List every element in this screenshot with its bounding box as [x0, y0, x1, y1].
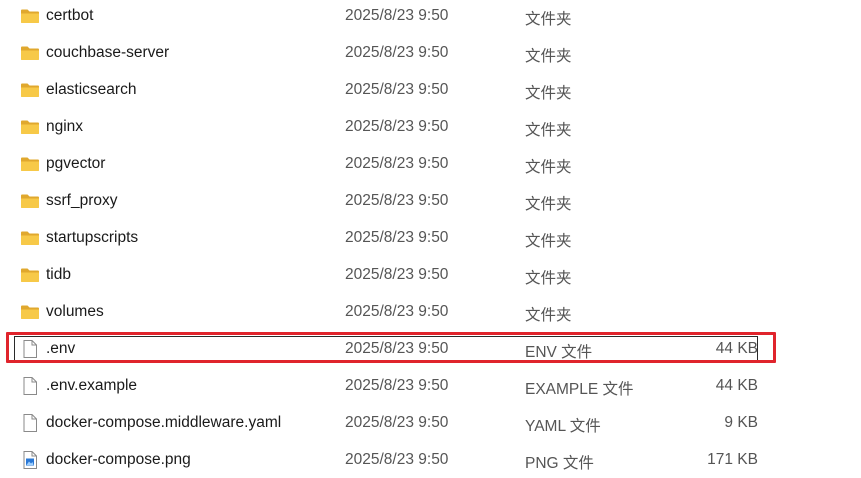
file-name: tidb — [46, 266, 71, 283]
file-type: PNG 文件 — [525, 455, 594, 472]
file-name: ssrf_proxy — [46, 192, 118, 209]
file-type: 文件夹 — [525, 307, 572, 324]
file-icon — [20, 376, 40, 396]
file-date: 2025/8/23 9:50 — [345, 7, 449, 24]
file-type: YAML 文件 — [525, 418, 601, 435]
folder-icon — [20, 154, 40, 174]
file-row[interactable]: docker-compose.middleware.yaml 2025/8/23… — [0, 409, 861, 439]
file-name: couchbase-server — [46, 44, 170, 61]
file-row[interactable]: .env.example 2025/8/23 9:50 EXAMPLE 文件 4… — [0, 372, 861, 402]
file-name: docker-compose.middleware.yaml — [46, 414, 282, 431]
file-size: 9 KB — [724, 414, 758, 431]
file-row[interactable]: nginx 2025/8/23 9:50 文件夹 — [0, 113, 861, 143]
folder-icon — [20, 43, 40, 63]
folder-icon — [20, 191, 40, 211]
file-type: 文件夹 — [525, 233, 572, 250]
file-type: 文件夹 — [525, 11, 572, 28]
file-row[interactable]: tidb 2025/8/23 9:50 文件夹 — [0, 261, 861, 291]
file-date: 2025/8/23 9:50 — [345, 377, 449, 394]
folder-icon — [20, 80, 40, 100]
file-name: certbot — [46, 7, 94, 24]
folder-icon — [20, 228, 40, 248]
file-row[interactable]: elasticsearch 2025/8/23 9:50 文件夹 — [0, 76, 861, 106]
file-date: 2025/8/23 9:50 — [345, 266, 449, 283]
file-date: 2025/8/23 9:50 — [345, 303, 449, 320]
folder-icon — [20, 6, 40, 26]
file-icon — [20, 413, 40, 433]
file-row[interactable]: volumes 2025/8/23 9:50 文件夹 — [0, 298, 861, 328]
file-row[interactable]: docker-compose.png 2025/8/23 9:50 PNG 文件… — [0, 446, 861, 476]
file-name: elasticsearch — [46, 81, 137, 98]
file-date: 2025/8/23 9:50 — [345, 81, 449, 98]
file-size: 44 KB — [715, 377, 758, 394]
red-highlight-box — [6, 332, 776, 363]
file-date: 2025/8/23 9:50 — [345, 44, 449, 61]
file-date: 2025/8/23 9:50 — [345, 451, 449, 468]
file-type: EXAMPLE 文件 — [525, 381, 634, 398]
file-date: 2025/8/23 9:50 — [345, 192, 449, 209]
file-name: nginx — [46, 118, 84, 135]
file-type: 文件夹 — [525, 270, 572, 287]
file-type: 文件夹 — [525, 196, 572, 213]
folder-icon — [20, 265, 40, 285]
file-name: volumes — [46, 303, 104, 320]
file-type: 文件夹 — [525, 159, 572, 176]
file-row[interactable]: certbot 2025/8/23 9:50 文件夹 — [0, 2, 861, 32]
image-file-icon — [20, 450, 40, 470]
folder-icon — [20, 117, 40, 137]
file-size: 171 KB — [707, 451, 758, 468]
file-type: 文件夹 — [525, 122, 572, 139]
file-name: startupscripts — [46, 229, 139, 246]
file-row[interactable]: startupscripts 2025/8/23 9:50 文件夹 — [0, 224, 861, 254]
folder-icon — [20, 302, 40, 322]
file-type: 文件夹 — [525, 48, 572, 65]
file-type: 文件夹 — [525, 85, 572, 102]
file-name: docker-compose.png — [46, 451, 191, 468]
file-row[interactable]: ssrf_proxy 2025/8/23 9:50 文件夹 — [0, 187, 861, 217]
file-name: .env.example — [46, 377, 138, 394]
file-row[interactable]: couchbase-server 2025/8/23 9:50 文件夹 — [0, 39, 861, 69]
file-date: 2025/8/23 9:50 — [345, 229, 449, 246]
file-name: pgvector — [46, 155, 106, 172]
file-row[interactable]: pgvector 2025/8/23 9:50 文件夹 — [0, 150, 861, 180]
file-date: 2025/8/23 9:50 — [345, 155, 449, 172]
file-date: 2025/8/23 9:50 — [345, 118, 449, 135]
file-date: 2025/8/23 9:50 — [345, 414, 449, 431]
